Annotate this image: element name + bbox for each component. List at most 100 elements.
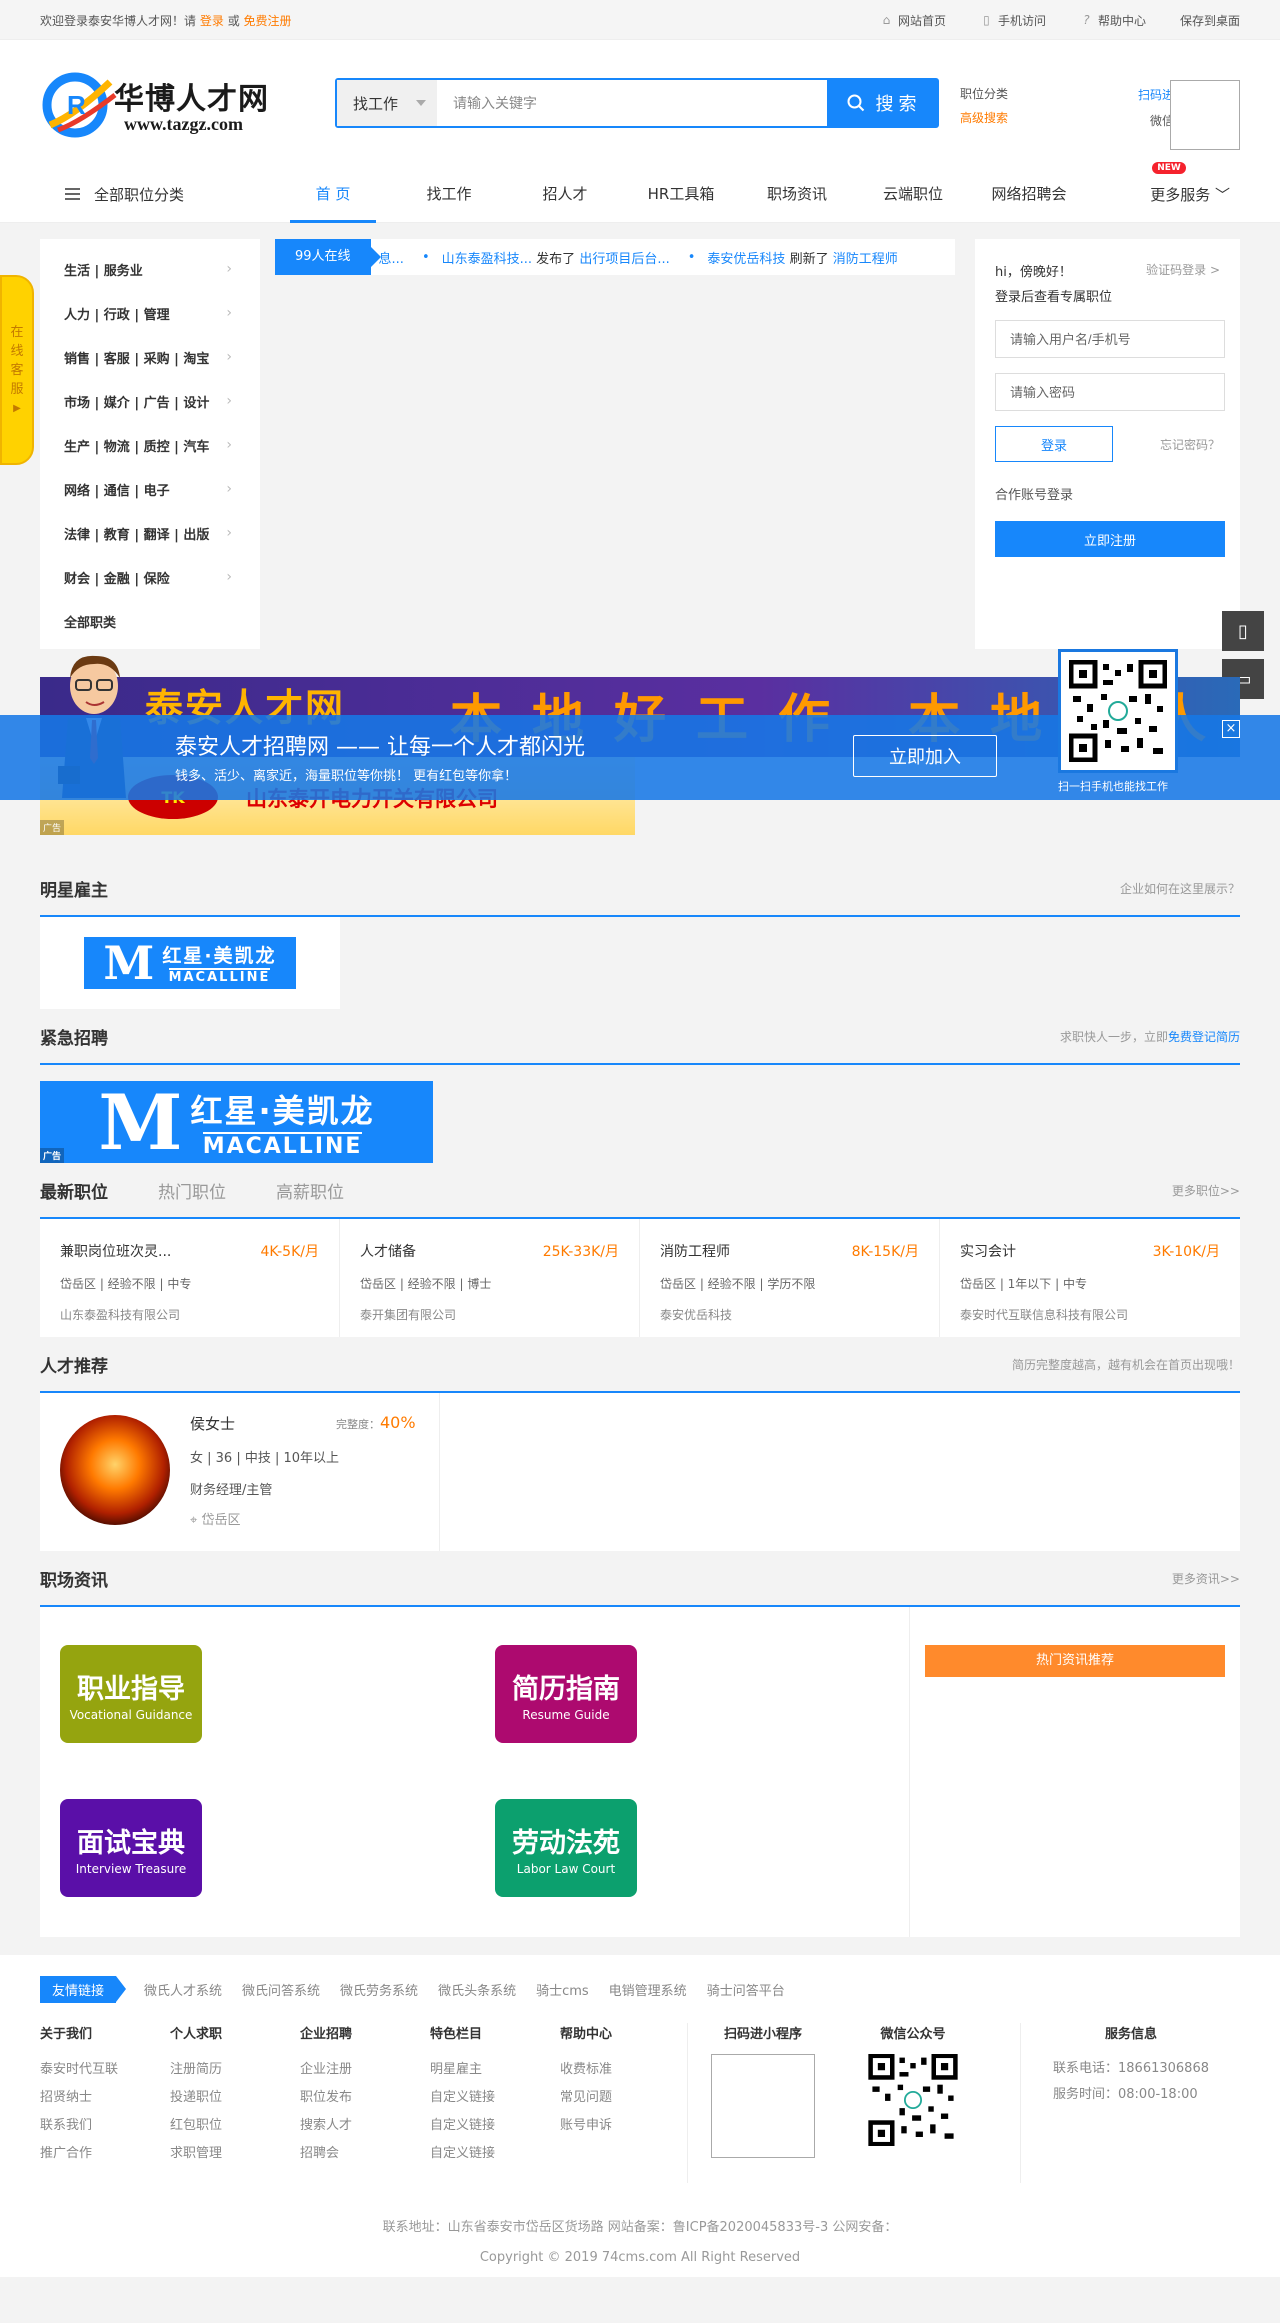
tile-vocational-guidance[interactable]: 职业指导 Vocational Guidance (60, 1645, 202, 1743)
partner-login[interactable]: 合作账号登录 (995, 484, 1220, 503)
jobs-section: 最新职位 热门职位 高薪职位 更多职位>> 兼职岗位班次灵... 4K-5K/月 … (40, 1163, 1240, 1337)
footer-mini-program: 扫码进小程序 (688, 2023, 838, 2183)
tile-interview-treasure[interactable]: 面试宝典 Interview Treasure (60, 1799, 202, 1897)
footer: 友情链接 微氏人才系统 微氏问答系统 微氏劳务系统 微氏头条系统 骑士cms 电… (0, 1955, 1280, 2277)
tile-resume-guide[interactable]: 简历指南 Resume Guide (495, 1645, 637, 1743)
employer-card[interactable]: M 红星·美凯龙 MACALLINE (40, 917, 340, 1009)
category-item[interactable]: 财会 | 金融 | 保险 › (40, 555, 260, 599)
nav-job-fair[interactable]: 网络招聘会 (971, 165, 1087, 223)
friend-link[interactable]: 微氏问答系统 (242, 1980, 320, 1999)
login-subtitle: 登录后查看专属职位 (995, 290, 1113, 305)
site-logo[interactable]: R 华博人才网 www.tazgz.com (40, 64, 280, 144)
category-item[interactable]: 网络 | 通信 | 电子 › (40, 467, 260, 511)
password-input[interactable] (995, 373, 1225, 411)
sms-login-link[interactable]: 验证码登录 > (1146, 261, 1220, 280)
job-card[interactable]: 兼职岗位班次灵... 4K-5K/月 岱岳区 | 经验不限 | 中专 山东泰盈科技… (40, 1219, 340, 1337)
tab-latest-jobs[interactable]: 最新职位 (40, 1178, 108, 1203)
ad-tag: 广告 (40, 820, 65, 835)
online-count: 99人在线 (275, 239, 381, 275)
chevron-right-icon: › (226, 481, 232, 497)
job-card[interactable]: 实习会计 3K-10K/月 岱岳区 | 1年以下 | 中专 泰安时代互联信息科技有… (940, 1219, 1240, 1337)
register-button[interactable]: 立即注册 (995, 521, 1225, 557)
header-qr-image (1170, 80, 1240, 150)
ticker-company[interactable]: 泰安优岳科技 (707, 248, 785, 267)
login-button[interactable]: 登录 (995, 426, 1113, 462)
category-item[interactable]: 人力 | 行政 | 管理 › (40, 291, 260, 335)
activity-ticker: 99人在线 息... • 山东泰盈科技... 发布了 出行项目后台... • 泰… (275, 239, 955, 275)
ticker-company[interactable]: 山东泰盈科技... (442, 248, 532, 267)
category-item[interactable]: 生活 | 服务业 › (40, 247, 260, 291)
nav-find-job[interactable]: 找工作 (391, 165, 507, 223)
new-badge: NEW (1152, 161, 1186, 174)
search-input[interactable] (437, 80, 827, 126)
promo-qr-image (1058, 649, 1178, 773)
friend-link[interactable]: 骑士cms (536, 1980, 589, 1999)
username-input[interactable] (995, 320, 1225, 358)
welcome-text: 欢迎登录泰安华博人才网！请 登录 或 免费注册 (40, 13, 292, 28)
friend-link[interactable]: 微氏劳务系统 (340, 1980, 418, 1999)
more-jobs-link[interactable]: 更多职位>> (1172, 1182, 1240, 1199)
chevron-right-icon: › (226, 305, 232, 321)
register-link[interactable]: 免费注册 (244, 14, 292, 28)
category-item[interactable]: 市场 | 媒介 | 广告 | 设计 › (40, 379, 260, 423)
help-link[interactable]: ? 帮助中心 (1080, 12, 1146, 29)
category-link[interactable]: 职位分类 (960, 87, 1008, 101)
category-item-all[interactable]: 全部职类 (40, 599, 260, 643)
tab-hot-jobs[interactable]: 热门职位 (158, 1178, 226, 1203)
close-icon[interactable]: × (1222, 720, 1240, 738)
nav-hr-tools[interactable]: HR工具箱 (623, 165, 739, 223)
hot-news-header: 热门资讯推荐 (925, 1645, 1225, 1677)
chevron-down-icon: ﹀ (1214, 185, 1230, 204)
job-card[interactable]: 人才储备 25K-33K/月 岱岳区 | 经验不限 | 博士 泰开集团有限公司 (340, 1219, 640, 1337)
friend-link[interactable]: 电销管理系统 (609, 1980, 687, 1999)
footer-col-help: 帮助中心 收费标准 常见问题 账号申诉 (560, 2023, 688, 2183)
more-news-link[interactable]: 更多资讯>> (1172, 1570, 1240, 1587)
friend-link[interactable]: 微氏人才系统 (144, 1980, 222, 1999)
category-item[interactable]: 销售 | 客服 | 采购 | 淘宝 › (40, 335, 260, 379)
footer-col-jobseeker: 个人求职 注册简历 投递职位 红包职位 求职管理 (170, 2027, 223, 2161)
all-categories-menu[interactable]: 全部职位分类 (40, 184, 275, 205)
login-panel: hi，傍晚好！ 验证码登录 > 登录后查看专属职位 登录 忘记密码？ 合作账号登录… (975, 239, 1240, 649)
home-link[interactable]: ⌂ 网站首页 (880, 12, 946, 29)
save-desktop-link[interactable]: 保存到桌面 (1180, 12, 1240, 29)
category-item[interactable]: 生产 | 物流 | 质控 | 汽车 › (40, 423, 260, 467)
urgent-ad-macalline[interactable]: M 红星·美凯龙 MACALLINE 广告 (40, 1078, 433, 1167)
mobile-side-button[interactable]: ▯ (1222, 611, 1264, 651)
tile-labor-law[interactable]: 劳动法苑 Labor Law Court (495, 1799, 637, 1897)
nav-career-news[interactable]: 职场资讯 (739, 165, 855, 223)
advanced-search-link[interactable]: 高级搜索 (960, 106, 1008, 130)
join-now-button[interactable]: 立即加入 (853, 735, 997, 777)
phone-icon: ▯ (1238, 620, 1248, 642)
news-section: 职场资讯 更多资讯>> 职业指导 Vocational Guidance 简历指南… (40, 1551, 1240, 1937)
mobile-link[interactable]: ▯ 手机访问 (980, 12, 1046, 29)
category-item[interactable]: 法律 | 教育 | 翻译 | 出版 › (40, 511, 260, 555)
online-service-tab[interactable]: 在线客服 ▶ (0, 275, 34, 465)
ticker-job[interactable]: 消防工程师 (833, 248, 898, 267)
friend-link[interactable]: 骑士问答平台 (707, 1980, 785, 1999)
nav-home[interactable]: 首 页 (275, 165, 391, 223)
home-icon: ⌂ (882, 12, 891, 27)
nav-hire[interactable]: 招人才 (507, 165, 623, 223)
register-resume-link[interactable]: 免费登记简历 (1168, 1030, 1240, 1044)
ticker-job[interactable]: 出行项目后台... (579, 248, 669, 267)
search-button[interactable]: 搜 索 (827, 80, 937, 126)
footer-service-info: 服务信息 联系电话：18661306868 服务时间：08:00-18:00 (1020, 2023, 1209, 2183)
search-type-select[interactable]: 找工作 (337, 80, 437, 126)
header: R 华博人才网 www.tazgz.com 找工作 搜 索 职位分类 高级搜索 … (0, 40, 1280, 165)
tab-high-salary-jobs[interactable]: 高薪职位 (276, 1178, 344, 1203)
location-pin-icon: ⌖ (190, 1513, 198, 1528)
chevron-right-icon: › (226, 261, 232, 277)
talent-card[interactable]: 侯女士 完整度：40% 女 | 36 | 中技 | 10年以上 财务经理/主管 … (40, 1393, 440, 1551)
main-nav: 全部职位分类 首 页 找工作 招人才 HR工具箱 职场资讯 云端职位 网络招聘会… (0, 161, 1280, 223)
famous-employers-section: 明星雇主 企业如何在这里展示？ M 红星·美凯龙 MACALLINE (40, 861, 1240, 1009)
chevron-right-icon: › (226, 525, 232, 541)
job-card[interactable]: 消防工程师 8K-15K/月 岱岳区 | 经验不限 | 学历不限 泰安优岳科技 (640, 1219, 940, 1337)
talent-section: 人才推荐 简历完整度越高，越有机会在首页出现哦！ 侯女士 完整度：40% 女 |… (40, 1337, 1240, 1551)
nav-more-services[interactable]: NEW 更多服务 ﹀ (1150, 161, 1240, 205)
mini-program-qr-image (711, 2054, 815, 2158)
friend-link[interactable]: 微氏头条系统 (438, 1980, 516, 1999)
nav-cloud-jobs[interactable]: 云端职位 (855, 165, 971, 223)
forgot-password-link[interactable]: 忘记密码？ (1160, 436, 1220, 453)
employer-showcase-link[interactable]: 企业如何在这里展示？ (1120, 880, 1240, 897)
login-link[interactable]: 登录 (200, 14, 224, 28)
